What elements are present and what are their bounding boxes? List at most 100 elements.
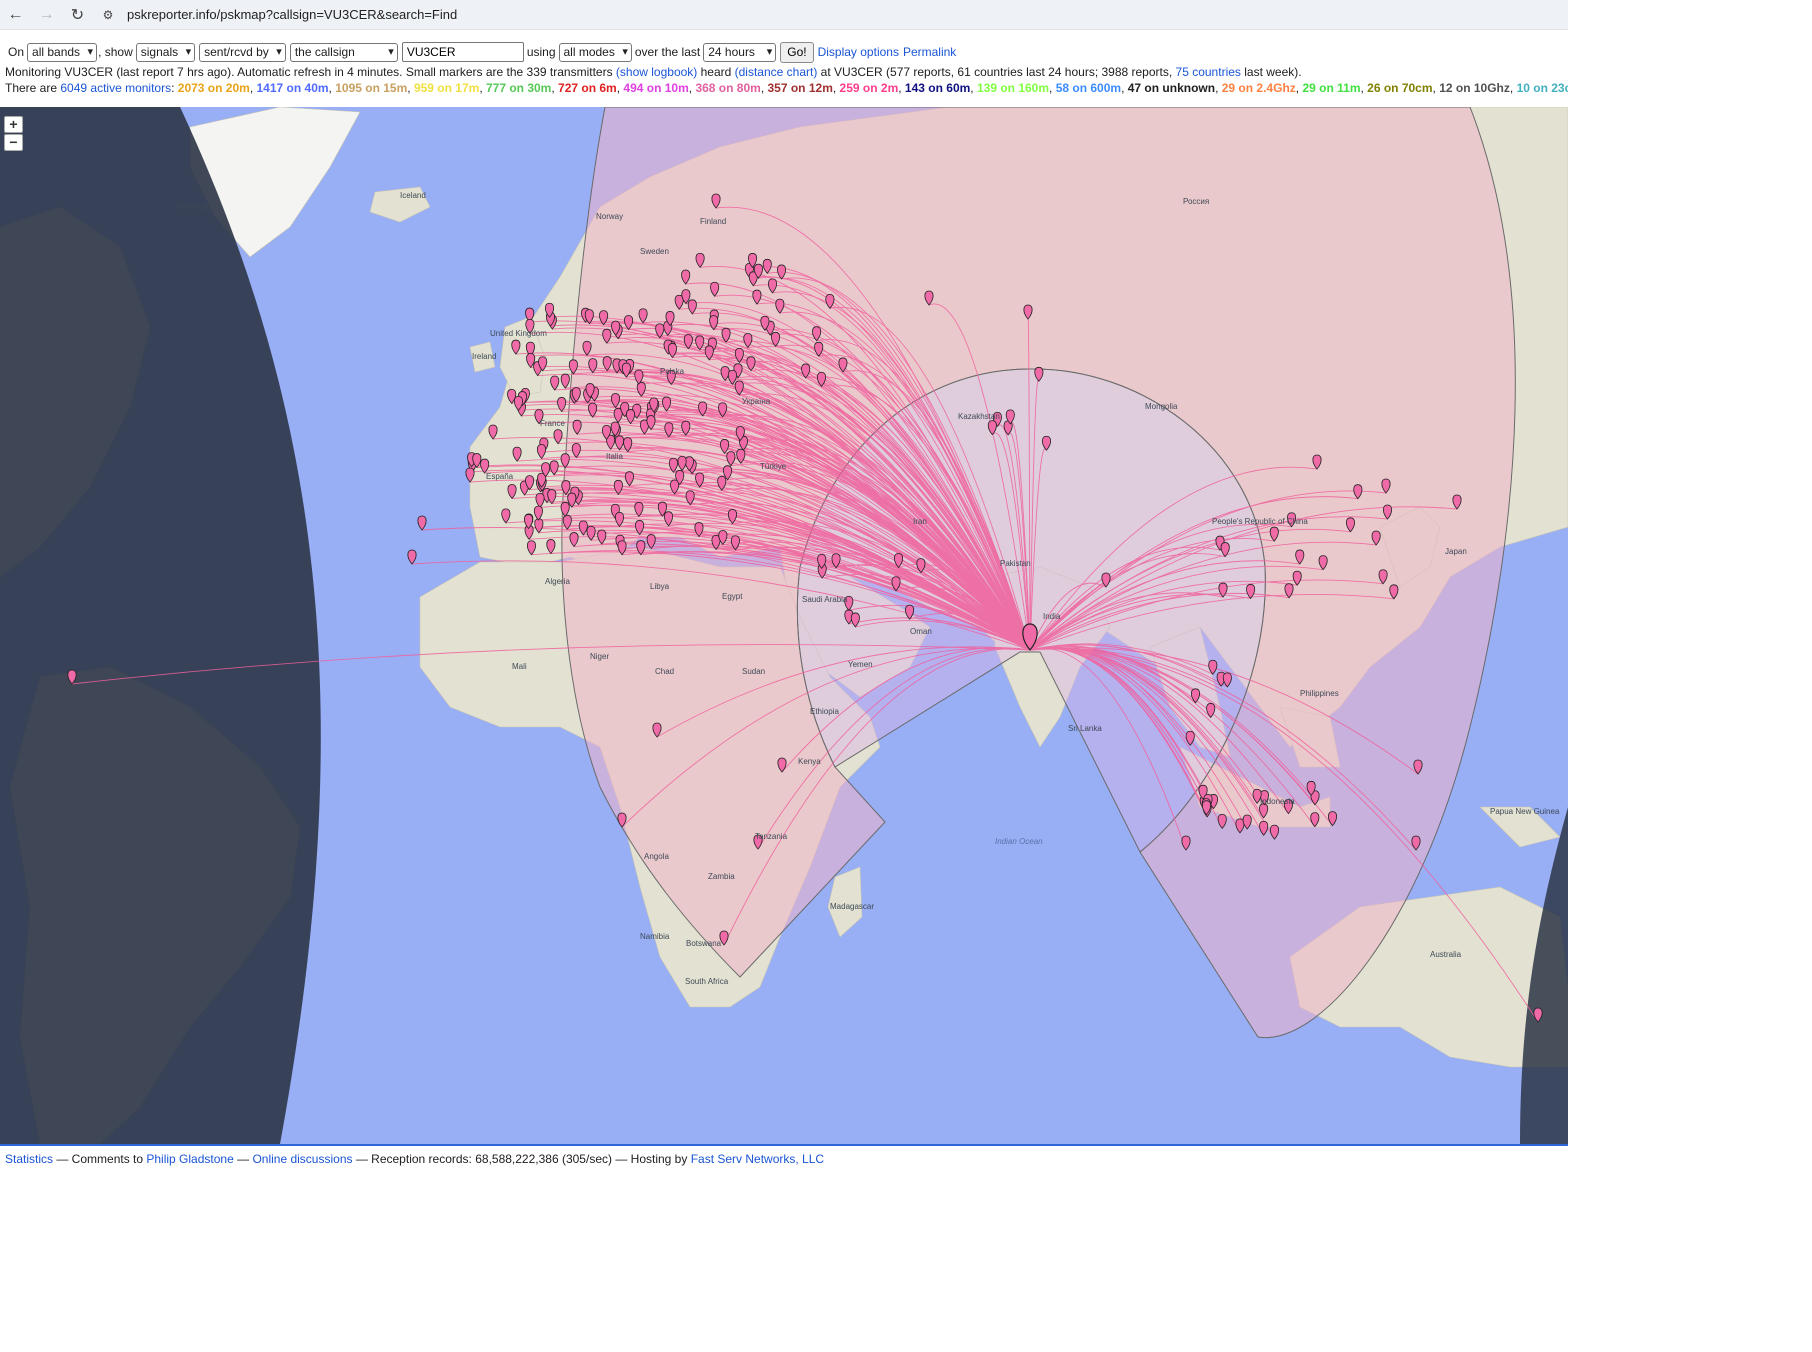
reload-icon[interactable]: ↻: [62, 0, 93, 30]
place-label: Türkiye: [760, 462, 787, 471]
place-label: Libya: [650, 582, 670, 591]
place-label: Polska: [660, 367, 685, 376]
band-count: 58 on 600m: [1055, 81, 1122, 95]
place-label: España: [486, 472, 514, 481]
footer: Statistics — Comments to Philip Gladston…: [5, 1152, 824, 1166]
footer-divider: [0, 1144, 1568, 1146]
place-label: Kenya: [798, 757, 821, 766]
place-label: France: [540, 419, 565, 428]
band-list: 2073 on 20m, 1417 on 40m, 1095 on 15m, 9…: [174, 81, 1568, 95]
status-line: Monitoring VU3CER (last report 7 hrs ago…: [5, 64, 1568, 80]
countries-link[interactable]: 75 countries: [1176, 65, 1241, 79]
callsign-input[interactable]: [401, 42, 524, 62]
author-link[interactable]: Philip Gladstone: [146, 1152, 233, 1166]
distance-chart-link[interactable]: (distance chart): [735, 65, 818, 79]
forward-arrow-icon[interactable]: →: [31, 0, 62, 30]
monitors-prefix: There are: [5, 81, 61, 95]
search-form: On all bands , show signals sent/rcvd by…: [0, 41, 1568, 63]
band-count: 143 on 60m: [904, 81, 971, 95]
place-label: Botswana: [686, 939, 722, 948]
band-count: 368 on 80m: [695, 81, 761, 95]
place-label: Chad: [655, 667, 675, 676]
place-label: Australia: [1430, 950, 1462, 959]
place-label: Namibia: [640, 932, 670, 941]
place-label: Sri Lanka: [1068, 724, 1102, 733]
place-label: Indian Ocean: [995, 837, 1043, 846]
show-logbook-link[interactable]: (show logbook): [616, 65, 697, 79]
place-label: Egypt: [722, 592, 743, 601]
place-label: Iceland: [400, 191, 426, 200]
using-label: using: [526, 45, 556, 59]
site-info-icon[interactable]: ⚙: [97, 0, 119, 30]
browser-toolbar: ← → ↻ ⚙ pskreporter.info/pskmap?callsign…: [0, 0, 1568, 30]
place-label: Mongolia: [1145, 402, 1178, 411]
status-text: last week).: [1240, 65, 1302, 79]
place-label: Italia: [606, 452, 623, 461]
band-count: 357 on 12m: [767, 81, 833, 95]
status-text: Monitoring VU3CER (last report 7 hrs ago…: [5, 65, 616, 79]
place-label: Algeria: [545, 577, 570, 586]
hosting-link[interactable]: Fast Serv Networks, LLC: [691, 1152, 824, 1166]
place-label: Ireland: [472, 352, 497, 361]
place-label: United Kingdom: [490, 329, 547, 338]
band-count: 1417 on 40m: [256, 81, 329, 95]
place-label: Niger: [590, 652, 610, 661]
place-label: Pakistan: [1000, 559, 1031, 568]
map-layer: [0, 107, 1568, 1144]
place-label: Ethiopia: [810, 707, 839, 716]
signals-select[interactable]: signals: [135, 42, 196, 62]
place-label: Indonesia: [1260, 797, 1295, 806]
band-count: 777 on 30m: [485, 81, 552, 95]
place-label: Madagascar: [830, 902, 875, 911]
place-label: Greenland: [178, 202, 216, 211]
monitors-line: There are 6049 active monitors: 2073 on …: [5, 80, 1568, 96]
place-label: People's Republic of China: [1212, 517, 1308, 526]
band-count: 29 on 11m: [1302, 81, 1361, 95]
statistics-link[interactable]: Statistics: [5, 1152, 53, 1166]
active-monitors-link[interactable]: 6049 active monitors: [60, 81, 171, 95]
address-bar[interactable]: pskreporter.info/pskmap?callsign=VU3CER&…: [127, 7, 457, 22]
zoom-out-button[interactable]: −: [4, 134, 23, 151]
band-count: 47 on unknown: [1127, 81, 1216, 95]
place-label: Angola: [644, 852, 669, 861]
place-label: Finland: [700, 217, 727, 226]
place-label: Россия: [1183, 197, 1210, 206]
place-label: India: [1043, 612, 1061, 621]
target-select[interactable]: the callsign: [289, 42, 398, 62]
footer-text: —: [233, 1152, 253, 1166]
place-label: Yemen: [848, 660, 873, 669]
show-label: , show: [98, 45, 133, 59]
place-label: Україна: [742, 397, 771, 406]
place-label: Kazakhstan: [958, 412, 1000, 421]
zoom-in-button[interactable]: +: [4, 116, 23, 133]
band-count: 259 on 2m: [839, 81, 899, 95]
band-count: 1095 on 15m: [335, 81, 408, 95]
band-count: 494 on 10m: [623, 81, 689, 95]
footer-text: — Reception records: 68,588,222,386 (305…: [352, 1152, 691, 1166]
band-count: 959 on 17m: [413, 81, 480, 95]
band-count: 12 on 10Ghz: [1439, 81, 1510, 95]
back-arrow-icon[interactable]: ←: [0, 0, 31, 30]
place-label: Philippines: [1300, 689, 1339, 698]
status-text: at VU3CER (577 reports, 61 countries las…: [817, 65, 1176, 79]
direction-select[interactable]: sent/rcvd by: [199, 42, 286, 62]
permalink-link[interactable]: Permalink: [903, 45, 956, 59]
band-count: 29 on 2.4Ghz: [1221, 81, 1296, 95]
go-button[interactable]: Go!: [780, 41, 814, 63]
place-label: Norway: [596, 212, 624, 221]
place-label: Iran: [913, 517, 927, 526]
period-select[interactable]: 24 hours: [703, 42, 777, 62]
band-count: 2073 on 20m: [177, 81, 250, 95]
display-options-link[interactable]: Display options: [818, 45, 899, 59]
place-label: Zambia: [708, 872, 735, 881]
over-label: over the last: [634, 45, 701, 59]
band-select[interactable]: all bands: [27, 42, 98, 62]
mode-select[interactable]: all modes: [558, 42, 632, 62]
online-discussions-link[interactable]: Online discussions: [252, 1152, 352, 1166]
map-canvas[interactable]: Greenland Iceland Norway Sweden Finland …: [0, 107, 1568, 1144]
band-count: 139 on 160m: [976, 81, 1050, 95]
footer-text: — Comments to: [53, 1152, 147, 1166]
place-label: Oman: [910, 627, 932, 636]
place-label: Sudan: [742, 667, 766, 676]
on-label: On: [8, 45, 25, 59]
